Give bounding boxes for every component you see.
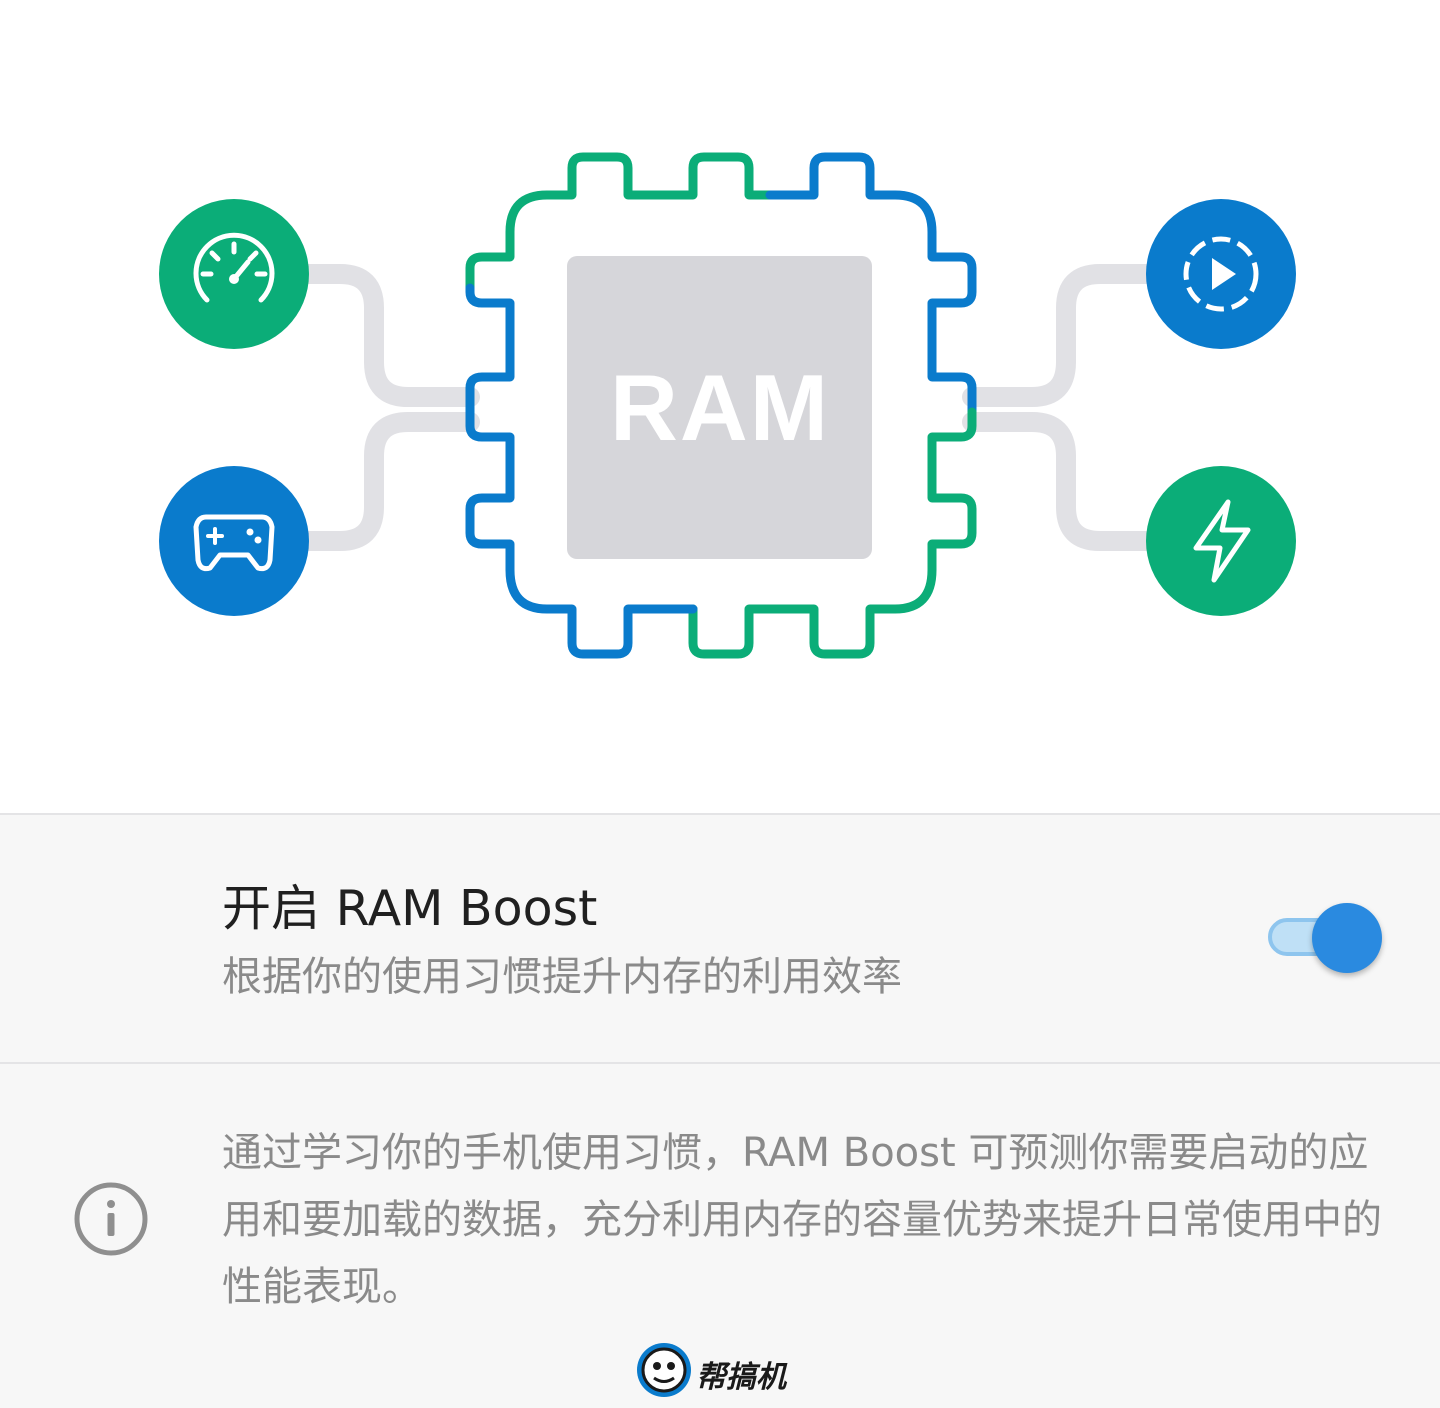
switch-thumb [1312, 903, 1382, 973]
ram-boost-illustration: RAM [0, 0, 1440, 813]
info-description: 通过学习你的手机使用习惯，RAM Boost 可预测你需要启动的应用和要加载的数… [222, 1130, 1382, 1310]
setting-title: 开启 RAM Boost [222, 880, 598, 937]
play-circle-icon [1146, 199, 1296, 349]
info-icon [74, 1182, 148, 1256]
ram-chip-label: RAM [610, 355, 830, 460]
gamepad-icon [159, 466, 309, 616]
watermark-text: 帮搞机 [696, 1360, 786, 1395]
lightning-icon [1146, 466, 1296, 616]
setting-subtitle: 根据你的使用习惯提升内存的利用效率 [222, 954, 902, 1000]
ram-boost-toggle-switch[interactable] [1262, 900, 1386, 976]
ram-boost-setting-row[interactable] [0, 815, 1440, 1062]
speedometer-icon [159, 199, 309, 349]
